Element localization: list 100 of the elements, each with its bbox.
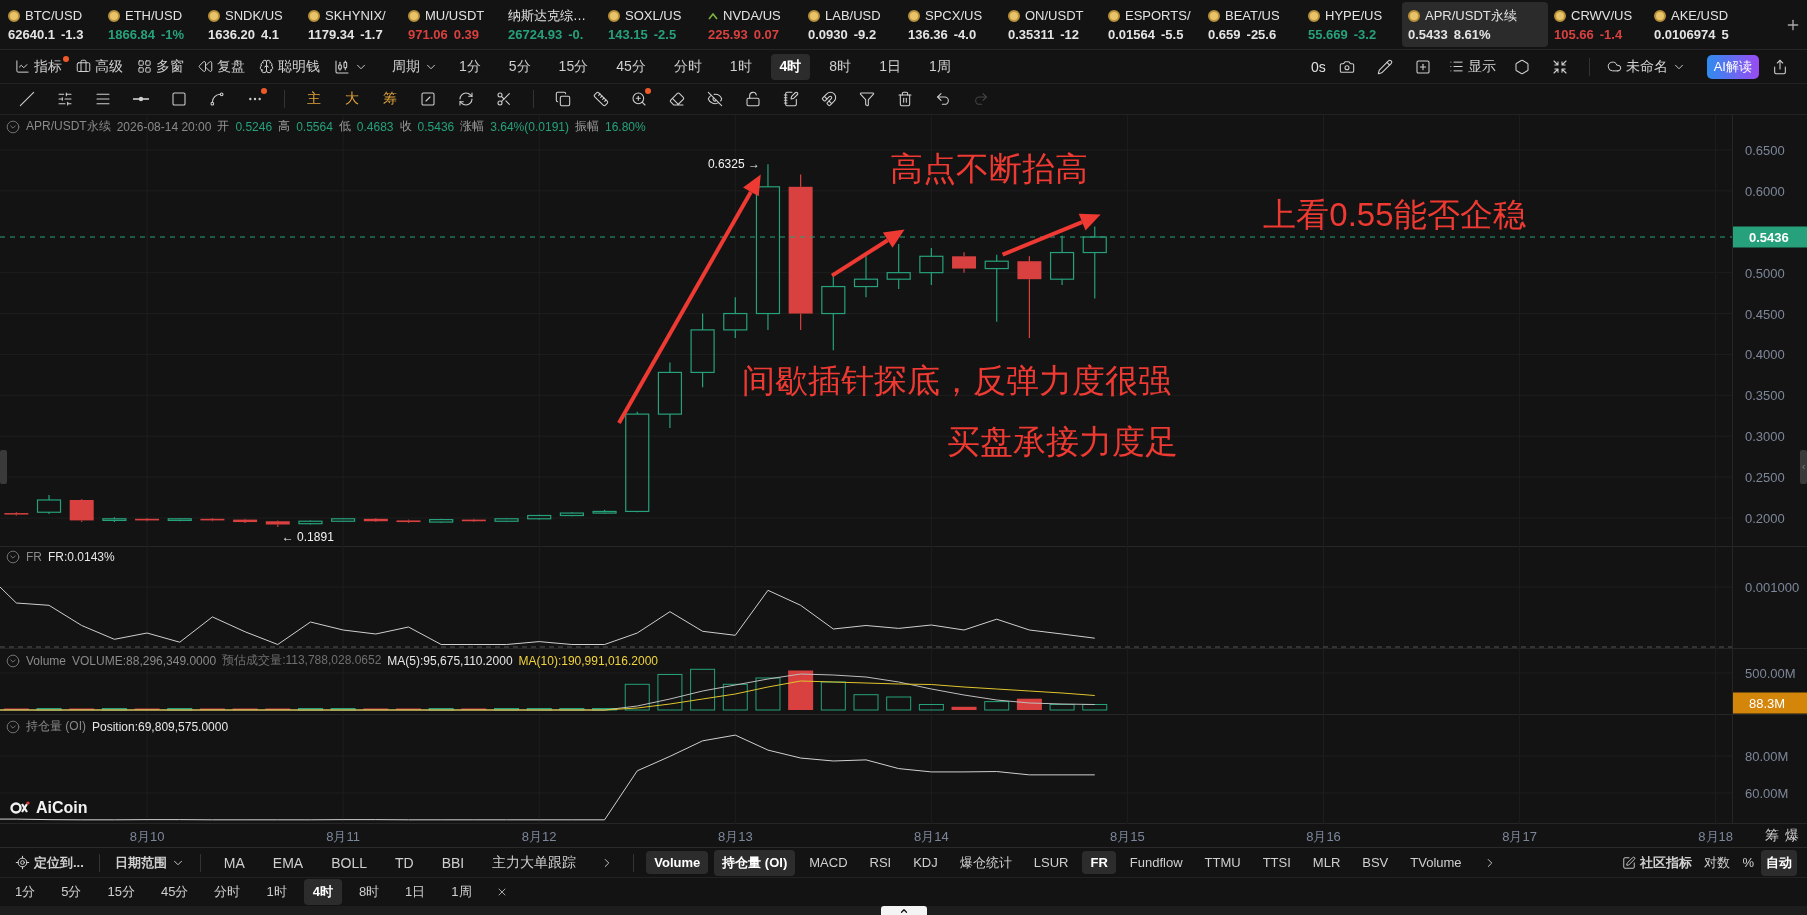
period-tab[interactable]: 15分 — [98, 879, 144, 905]
period-tab[interactable]: 1分 — [450, 53, 490, 80]
axis-toggle[interactable]: 筹 — [1765, 826, 1779, 845]
edge-handle[interactable] — [1800, 450, 1807, 484]
period-tab[interactable]: 8时 — [820, 53, 861, 80]
indicator-tab[interactable]: FR — [1082, 851, 1116, 874]
ticker-tab[interactable]: ETH/USD 1866.84 -1% — [102, 2, 202, 47]
indicator-tab[interactable]: MACD — [801, 851, 856, 874]
logo-icon — [10, 801, 30, 815]
annotation-text: 上看0.55能否企稳 — [1263, 196, 1526, 234]
ticker-tab[interactable]: 纳斯达克综… 26724.93 -0. — [502, 2, 602, 47]
indicator-tab[interactable]: 爆仓统计 — [951, 849, 1020, 876]
period-tab[interactable]: 15分 — [549, 53, 598, 80]
rewind-icon — [198, 59, 213, 74]
field-label: 低 — [338, 118, 351, 135]
period-tab[interactable]: 1时 — [257, 879, 296, 905]
period-tab[interactable]: 4时 — [303, 879, 342, 905]
period-tab[interactable]: 分时 — [205, 879, 250, 905]
candle — [984, 254, 1009, 323]
period-tab[interactable]: 5分 — [52, 879, 91, 905]
coin-icon — [308, 9, 320, 22]
logo-text: AiCoin — [36, 799, 88, 817]
indicator-button[interactable]: 主力大单跟踪 — [482, 849, 587, 876]
ticker-tab[interactable]: BEAT/US 0.659 -25.6 — [1202, 2, 1302, 47]
field-value: 16.80% — [605, 119, 646, 134]
ticker-tab[interactable]: NVDA/US 225.93 0.07 — [702, 2, 802, 47]
ticker-tab[interactable]: HYPE/US 55.669 -3.2 — [1302, 2, 1402, 47]
period-tab[interactable]: 1周 — [919, 53, 960, 80]
indicator-tab[interactable]: KDJ — [905, 851, 946, 874]
period-tab[interactable]: 分时 — [664, 53, 711, 80]
ticker-tab[interactable]: APR/USDT永续 0.5433 8.61% — [1402, 2, 1548, 47]
ticker-change: -1% — [161, 27, 185, 42]
period-tab[interactable]: 1周 — [442, 879, 481, 905]
display-button[interactable]: 显示 — [1443, 54, 1501, 79]
chart-style-button[interactable]: 大 — [335, 87, 369, 111]
ticker-tab[interactable]: MU/USDT 971.06 0.39 — [402, 2, 502, 47]
indicator-tab[interactable]: BSV — [1354, 851, 1397, 874]
indicator-tab[interactable]: TTSI — [1254, 851, 1299, 874]
indicator-tab[interactable]: Volume — [646, 851, 709, 874]
pane-title: FR — [26, 550, 42, 564]
ticker-tab[interactable]: CRWV/US 105.66 -1.4 — [1548, 2, 1648, 47]
indicator-tab[interactable]: MLR — [1304, 851, 1349, 874]
ai-button[interactable]: AI解读 — [1706, 54, 1759, 79]
ticker-symbol: ESPORTS/ — [1125, 8, 1191, 23]
date-range-dropdown[interactable]: 日期范围 — [109, 850, 190, 875]
chart-style-button[interactable]: 筹 — [373, 87, 407, 111]
scale-option[interactable]: 对数 — [1699, 849, 1736, 876]
layout-dropdown[interactable]: 未命名 — [1601, 54, 1691, 79]
period-dropdown[interactable]: 周期 — [387, 54, 443, 79]
period-tab[interactable]: 1分 — [6, 879, 45, 905]
indicator-tab[interactable]: Fundflow — [1121, 851, 1191, 874]
indicator-tab[interactable]: TVolume — [1402, 851, 1470, 874]
ticker-tab[interactable]: ESPORTS/ 0.01564 -5.5 — [1102, 2, 1202, 47]
date-label: 8月16 — [1306, 828, 1341, 846]
scale-option[interactable]: 自动 — [1761, 849, 1797, 876]
locate-button[interactable]: 定位到... — [10, 850, 89, 875]
candle — [853, 255, 879, 298]
toolbar-button[interactable]: 复盘 — [193, 54, 250, 79]
indicator-tab[interactable]: 持仓量 (OI) — [714, 849, 796, 876]
coin-icon — [1308, 9, 1320, 22]
candle — [429, 518, 454, 524]
toolbar-button[interactable]: 指标 — [10, 54, 67, 79]
axis-toggle[interactable]: 爆 — [1785, 826, 1799, 845]
ticker-tab[interactable]: AKE/USD 0.0106974 5 — [1648, 2, 1748, 47]
period-tab[interactable]: 1时 — [720, 53, 761, 80]
ticker-symbol: LAB/USD — [825, 8, 881, 23]
period-tab[interactable]: 1日 — [396, 879, 435, 905]
toolbar-button[interactable]: 聪明钱 — [254, 54, 325, 79]
date-label: 8月14 — [914, 828, 949, 846]
period-tab[interactable]: 45分 — [151, 879, 198, 905]
indicator-tab[interactable]: RSI — [861, 851, 900, 874]
community-button[interactable]: 社区指标 — [1617, 850, 1698, 875]
ticker-tab[interactable]: SOXL/US 143.15 -2.5 — [602, 2, 702, 47]
indicator-tab[interactable]: LSUR — [1025, 851, 1077, 874]
period-tab[interactable]: 1日 — [870, 53, 910, 80]
ticker-symbol: ETH/USD — [125, 8, 183, 23]
indicator-button[interactable]: MA — [213, 850, 255, 875]
panel-toggle-button[interactable] — [880, 906, 927, 915]
indicator-button[interactable]: BOLL — [321, 850, 377, 875]
period-tab[interactable]: 45分 — [607, 53, 655, 80]
ticker-tab[interactable]: LAB/USD 0.0930 -9.2 — [802, 2, 902, 47]
toolbar-button[interactable]: 高级 — [71, 54, 128, 79]
candle — [298, 519, 323, 526]
toolbar-button[interactable]: 多窗 — [132, 54, 189, 79]
indicator-tab[interactable]: TTMU — [1196, 851, 1249, 874]
ticker-tab[interactable]: SKHYNIX/ 1179.34 -1.7 — [302, 2, 402, 47]
period-tab[interactable]: 8时 — [349, 879, 389, 905]
ticker-tab[interactable]: BTC/USD 62640.1 -1.3 — [2, 2, 102, 47]
indicator-button[interactable]: BBI — [431, 850, 475, 875]
period-tab[interactable]: 5分 — [499, 53, 540, 80]
period-tab[interactable]: 4时 — [770, 53, 811, 80]
chart-style-button[interactable]: 主 — [297, 87, 331, 111]
ticker-tab[interactable]: ON/USDT 0.35311 -12 — [1002, 2, 1102, 47]
edge-handle[interactable] — [0, 450, 7, 484]
ticker-symbol: SNDK/US — [225, 8, 283, 23]
scale-option[interactable]: % — [1737, 851, 1759, 874]
ticker-tab[interactable]: SNDK/US 1636.20 4.1 — [202, 2, 302, 47]
indicator-button[interactable]: EMA — [262, 850, 314, 875]
indicator-button[interactable]: TD — [385, 850, 424, 875]
ticker-tab[interactable]: SPCX/US 136.36 -4.0 — [902, 2, 1002, 47]
